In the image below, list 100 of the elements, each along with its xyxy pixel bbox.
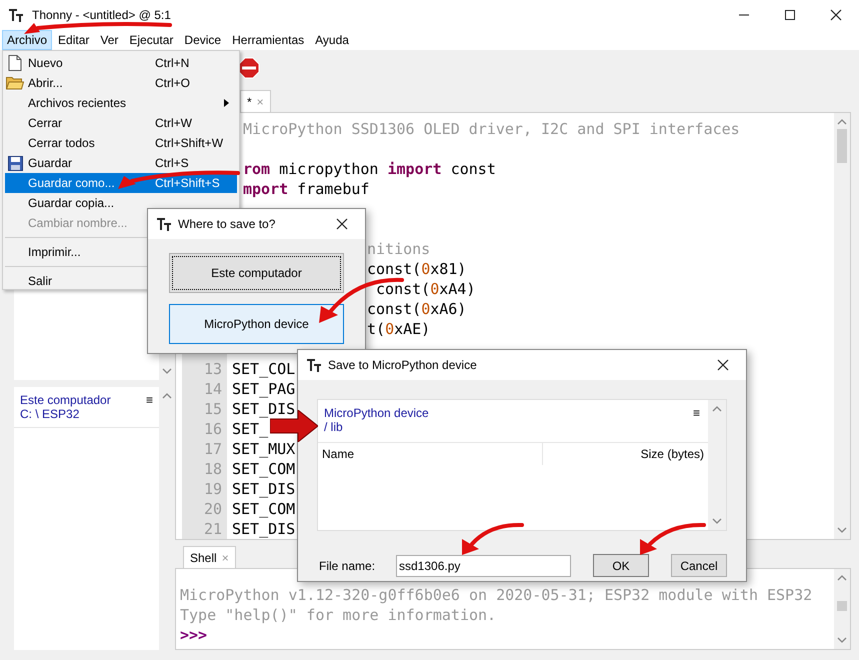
scroll-down-icon[interactable]: [712, 518, 722, 524]
file-name-field[interactable]: ssd1306.py: [396, 554, 571, 576]
shortcut-label: Ctrl+N: [155, 56, 190, 70]
app-logo-icon: [8, 7, 24, 23]
scroll-up-icon[interactable]: [712, 406, 722, 412]
code-line: SET_DIS: [231, 479, 296, 499]
menu-item[interactable]: Guardar Ctrl+S: [5, 153, 237, 173]
menu-item-label: Archivos recientes: [27, 96, 128, 110]
submenu-arrow-icon: [224, 99, 229, 107]
scroll-down-icon[interactable]: [162, 368, 172, 374]
shell-tab[interactable]: Shell ×: [183, 546, 236, 568]
line-number: 19: [204, 480, 222, 498]
window-title: Thonny - <untitled> @ 5:1: [32, 8, 172, 22]
shortcut-label: Ctrl+O: [155, 76, 190, 90]
shell-output: MicroPython v1.12-320-g0ff6b0e6 on 2020-05-31; ESP32 module with ESP32: [180, 585, 814, 605]
choice-button[interactable]: MicroPython device: [169, 304, 344, 344]
menu-item-label: Guardar: [27, 156, 74, 170]
line-number: 14: [204, 380, 222, 398]
code-line: SET_COM: [231, 459, 296, 479]
line-number: 18: [204, 460, 222, 478]
cancel-button[interactable]: Cancel: [671, 554, 727, 577]
menu-item[interactable]: Ver: [95, 30, 124, 50]
line-number: 16: [204, 420, 222, 438]
menu-icon[interactable]: ≡: [692, 406, 700, 436]
line-number: 15: [204, 400, 222, 418]
menu-item-label: Cerrar: [27, 116, 64, 130]
menu-item[interactable]: Abrir... Ctrl+O: [5, 73, 237, 93]
shortcut-label: Ctrl+W: [155, 116, 192, 130]
close-icon[interactable]: [717, 359, 729, 371]
scroll-up-icon[interactable]: [837, 575, 847, 581]
stop-icon[interactable]: [238, 57, 260, 79]
dialog-title: Save to MicroPython device: [328, 358, 478, 372]
code-line: const(0xA6): [366, 299, 466, 319]
folder-icon: [6, 76, 24, 90]
menu-item[interactable]: Ayuda: [310, 30, 354, 50]
code-line: nitions: [366, 239, 430, 259]
menu-item-label: Cerrar todos: [27, 136, 96, 150]
dialog-title: Where to save to?: [178, 217, 276, 231]
menu-item[interactable]: Cerrar Ctrl+W: [5, 113, 237, 133]
annotation-arrow: [460, 522, 524, 556]
column-header[interactable]: Name: [318, 443, 543, 465]
line-number: 21: [204, 520, 222, 538]
scroll-up-icon[interactable]: [837, 119, 847, 125]
menu-item[interactable]: Guardar copia...: [5, 193, 237, 213]
code-line: t(0xAE): [366, 319, 430, 339]
document-icon: [8, 55, 22, 71]
line-number: 20: [204, 500, 222, 518]
shortcut-label: Ctrl+Shift+W: [155, 136, 224, 150]
choice-button[interactable]: Este computador: [169, 253, 344, 293]
editor-tab[interactable]: * ×: [240, 90, 271, 112]
menu-item-label: Nuevo: [27, 56, 64, 70]
close-icon[interactable]: [336, 218, 348, 230]
menu-icon[interactable]: ≡: [146, 393, 153, 421]
shortcut-label: Ctrl+S: [155, 156, 189, 170]
path-label: / lib: [324, 420, 344, 434]
menu-item[interactable]: Editar: [53, 30, 94, 50]
code-line: SET_COL: [231, 359, 296, 379]
tab-label: Shell: [190, 550, 217, 564]
column-header[interactable]: Size (bytes): [543, 447, 708, 461]
shell-prompt: >>>: [180, 625, 208, 645]
menu-item[interactable]: Cerrar todos Ctrl+Shift+W: [5, 133, 237, 153]
code-line: const(0x81): [366, 259, 466, 279]
line-number: 17: [204, 440, 222, 458]
shortcut-label: Ctrl+Shift+S: [155, 176, 220, 190]
shell-output: Type "help()" for more information.: [180, 605, 498, 625]
line-number: 13: [204, 360, 222, 378]
code-line: SET_DIS: [231, 399, 296, 419]
scroll-down-icon[interactable]: [837, 527, 847, 533]
app-logo-icon: [306, 357, 322, 373]
ok-button[interactable]: OK: [593, 554, 649, 577]
code-line: SET_COM: [231, 499, 296, 519]
code-line: SET_PAG: [231, 379, 296, 399]
menu-item[interactable]: Archivo: [2, 30, 52, 50]
close-icon[interactable]: [830, 9, 842, 21]
app-logo-icon: [156, 216, 172, 232]
menu-item-label: Imprimir...: [27, 245, 82, 259]
scroll-down-icon[interactable]: [837, 637, 847, 643]
menu-item-label: Guardar como...: [27, 176, 116, 190]
tab-label: *: [247, 94, 252, 108]
code-line: MicroPython SSD1306 OLED driver, I2C and SPI interfaces: [242, 119, 740, 139]
location-label: Este computador: [20, 393, 112, 407]
menu-item[interactable]: Ejecutar: [124, 30, 178, 50]
code-line: rom micropython import const: [242, 159, 496, 179]
menu-item[interactable]: Device: [179, 30, 226, 50]
menu-item[interactable]: Archivos recientes: [5, 93, 237, 113]
menu-item[interactable]: Guardar como... Ctrl+Shift+S: [5, 173, 237, 193]
maximize-icon[interactable]: [785, 10, 795, 20]
scroll-up-icon[interactable]: [162, 393, 172, 399]
code-line: const(0xA4): [375, 279, 476, 299]
menu-item[interactable]: Herramientas: [227, 30, 310, 50]
menu-item-label: Abrir...: [27, 76, 64, 90]
menu-item-label: Guardar copia...: [27, 196, 116, 210]
location-label: MicroPython device: [324, 406, 430, 420]
path-label: C: \ ESP32: [20, 407, 80, 421]
code-line: SET_: [231, 419, 268, 439]
code-line: mport framebuf: [242, 179, 370, 199]
scrollbar-thumb[interactable]: [837, 601, 847, 611]
code-line: SET_DIS: [231, 519, 296, 539]
menu-item[interactable]: Nuevo Ctrl+N: [5, 53, 237, 73]
scrollbar-thumb[interactable]: [837, 129, 847, 163]
